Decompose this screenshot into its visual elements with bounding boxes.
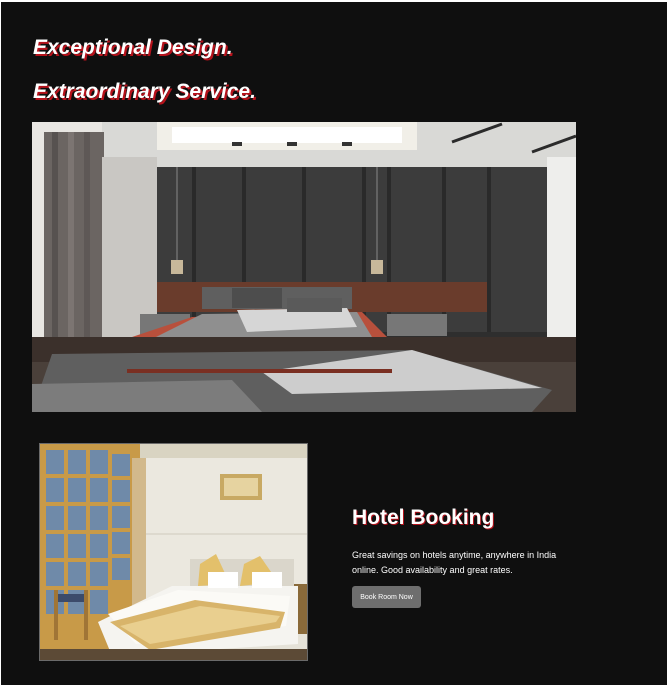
hotel-room-image (39, 443, 308, 661)
tagline-line-1: Exceptional Design. (33, 36, 233, 59)
booking-description: Great savings on hotels anytime, anywher… (352, 550, 557, 575)
tagline-line-2: Extraordinary Service. (33, 80, 256, 103)
book-room-button[interactable]: Book Room Now (352, 586, 421, 608)
booking-title: Hotel Booking (352, 506, 495, 529)
page: Exceptional Design. Extraordinary Servic… (1, 2, 667, 685)
hero-bedroom-image (32, 122, 576, 412)
